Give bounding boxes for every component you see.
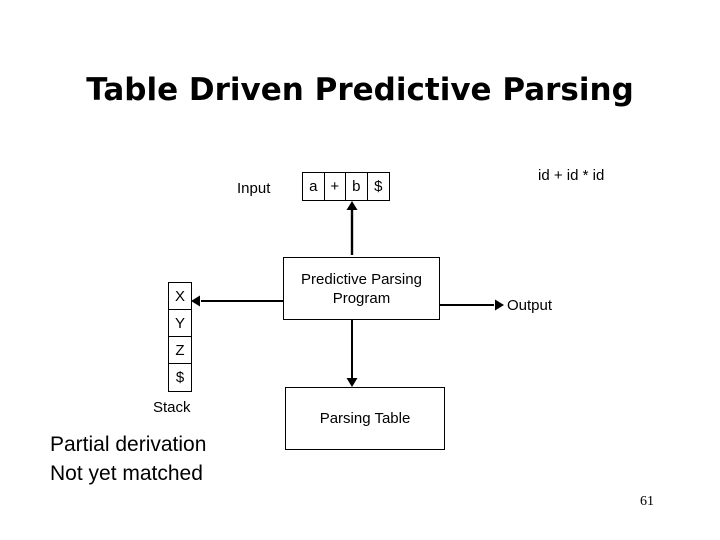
- token-stream-text: id + id * id: [538, 167, 605, 184]
- annotation-note: Partial derivation Not yet matched: [50, 430, 206, 488]
- stack: X Y Z $: [168, 282, 192, 392]
- predictive-parsing-program-box: Predictive Parsing Program: [283, 257, 440, 320]
- note-line2: Not yet matched: [50, 462, 203, 485]
- input-label: Input: [237, 180, 271, 197]
- arrow-right-icon: [440, 299, 504, 311]
- input-buffer-cell: $: [374, 178, 383, 195]
- stack-label: Stack: [153, 399, 191, 416]
- stack-cell: Y: [169, 310, 191, 337]
- input-buffer-cell: +: [325, 173, 346, 200]
- program-box-line1: Predictive Parsing: [301, 270, 422, 288]
- parsing-table-box: Parsing Table: [285, 387, 445, 450]
- stack-cell: X: [169, 283, 191, 310]
- input-buffer-cell: b: [346, 173, 368, 200]
- input-buffer: a + b $: [302, 172, 390, 201]
- slide-canvas: Table Driven Predictive Parsing Input a …: [0, 0, 720, 540]
- arrow-up-icon: [346, 201, 358, 255]
- note-line1: Partial derivation: [50, 433, 207, 456]
- page-number: 61: [640, 494, 654, 509]
- output-label: Output: [507, 297, 553, 314]
- arrow-left-icon: [191, 295, 283, 307]
- program-box-line2: Program: [332, 289, 391, 307]
- arrow-down-icon: [346, 320, 358, 387]
- stack-cell: Z: [169, 337, 191, 364]
- page-title: Table Driven Predictive Parsing: [86, 72, 634, 108]
- stack-cell: $: [175, 369, 185, 386]
- input-buffer-cell: a: [303, 173, 325, 200]
